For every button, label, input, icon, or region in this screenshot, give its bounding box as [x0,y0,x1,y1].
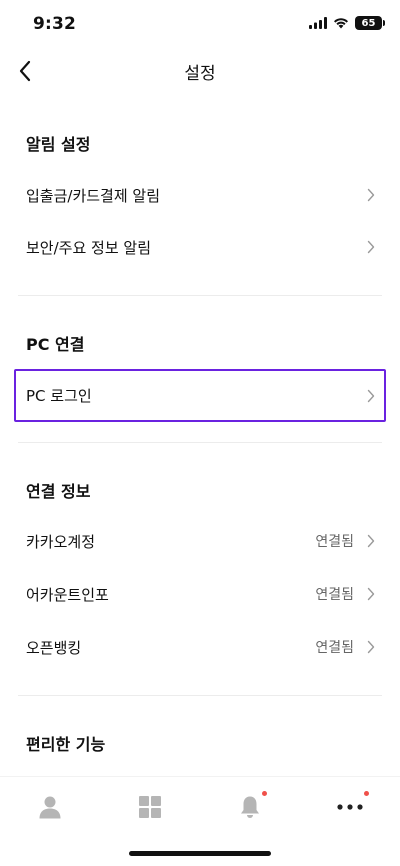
nav-item-more[interactable] [300,777,400,836]
more-icon [337,803,363,810]
menu-item-label: 카카오계정 [26,532,96,551]
home-indicator [129,851,271,856]
menu-item-label: 오픈뱅킹 [26,638,82,657]
menu-item-kakao-account[interactable]: 카카오계정 연결됨 [18,518,382,564]
section-title-pc: PC 연결 [26,335,85,354]
battery-icon: 65 [355,16,385,30]
status-bar: 9:32 65 [0,0,400,48]
connection-status: 연결됨 [315,587,354,603]
chevron-right-icon [364,534,378,548]
header: 설정 [0,48,400,94]
section-title-alerts: 알림 설정 [26,135,91,154]
page-title: 설정 [184,64,216,84]
cellular-signal-icon [309,17,327,29]
connection-status: 연결됨 [315,534,354,550]
bottom-nav [0,776,400,836]
menu-item-label: 보안/주요 정보 알림 [26,238,151,257]
notification-badge [262,791,267,796]
menu-item-label: PC 로그인 [26,387,92,405]
menu-item-open-banking[interactable]: 오픈뱅킹 연결됨 [18,624,382,670]
chevron-right-icon [364,240,378,254]
nav-item-menu[interactable] [100,777,200,836]
menu-item-security-alert[interactable]: 보안/주요 정보 알림 [18,224,382,270]
divider [18,442,382,443]
chevron-right-icon [364,587,378,601]
person-icon [39,796,61,818]
status-icons: 65 [309,16,385,30]
chevron-right-icon [364,389,378,403]
section-title-convenience: 편리한 기능 [26,735,106,754]
grid-icon [139,795,161,818]
nav-item-profile[interactable] [0,777,100,836]
menu-item-account-info[interactable]: 어카운트인포 연결됨 [18,571,382,617]
menu-item-pc-login[interactable]: PC 로그인 [14,369,386,422]
divider [18,695,382,696]
bell-icon [241,796,259,818]
battery-level: 65 [361,17,376,29]
status-time: 9:32 [33,14,77,34]
menu-item-label: 입출금/카드결제 알림 [26,186,161,205]
menu-item-label: 어카운트인포 [26,585,109,604]
menu-item-transaction-alert[interactable]: 입출금/카드결제 알림 [18,172,382,218]
chevron-right-icon [364,640,378,654]
connection-status: 연결됨 [315,640,354,656]
chevron-right-icon [364,188,378,202]
more-badge [364,791,369,796]
nav-item-notifications[interactable] [200,777,300,836]
wifi-icon [334,18,348,29]
section-title-connections: 연결 정보 [26,482,91,501]
divider [18,295,382,296]
